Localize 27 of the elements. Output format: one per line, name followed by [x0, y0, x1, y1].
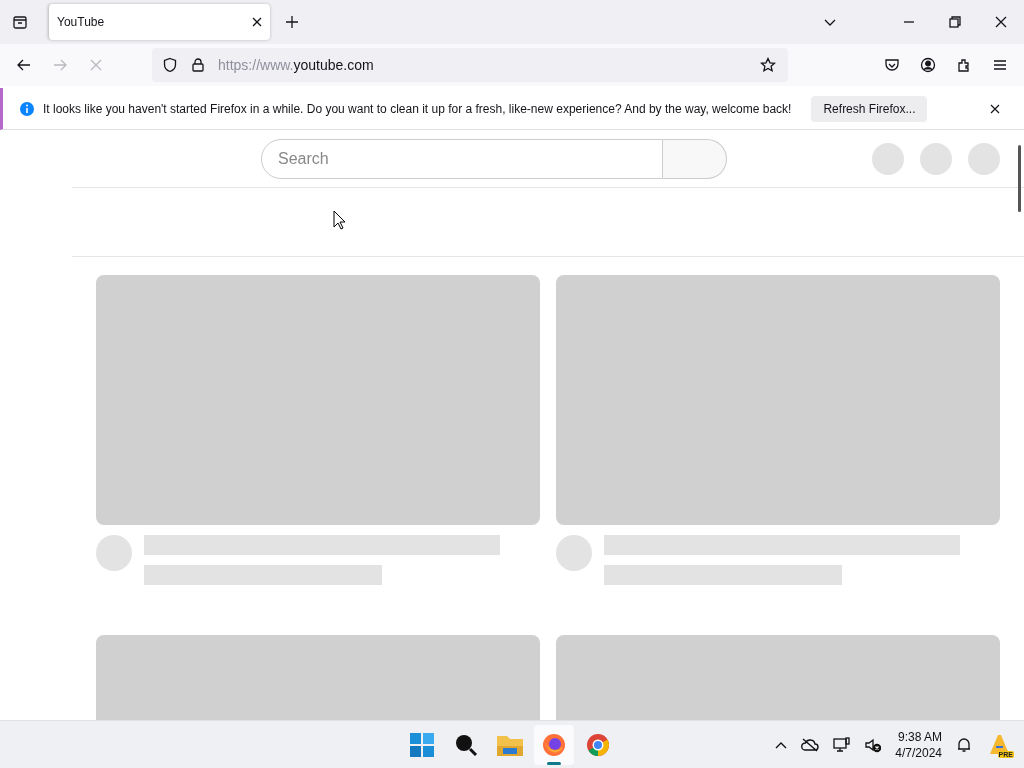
scrollbar-thumb[interactable] [1018, 145, 1021, 212]
search-icon [454, 732, 478, 757]
close-icon[interactable] [252, 17, 262, 27]
address-bar[interactable]: https://www.youtube.com [152, 48, 788, 82]
bell-icon[interactable] [956, 736, 972, 753]
icon-placeholder [920, 142, 952, 175]
icon-placeholder [872, 142, 904, 175]
speaker-muted-icon[interactable] [865, 736, 882, 753]
folder-icon [497, 733, 523, 756]
mouse-cursor-icon [333, 210, 346, 230]
cloud-off-icon[interactable] [801, 737, 820, 752]
refresh-firefox-button[interactable]: Refresh Firefox... [811, 95, 928, 122]
network-icon[interactable] [833, 736, 852, 753]
chevron-up-icon[interactable] [775, 740, 788, 749]
windows-icon [410, 732, 434, 757]
search-field[interactable]: Search [261, 138, 663, 179]
avatar-placeholder [968, 142, 1000, 175]
clock[interactable]: 9:38 AM 4/7/2024 [895, 728, 942, 761]
firefox-icon [542, 732, 566, 757]
info-icon [19, 100, 35, 117]
avatar-placeholder [96, 535, 132, 571]
close-icon[interactable] [990, 103, 1000, 114]
browser-tab[interactable]: YouTube [48, 4, 270, 40]
url-text: https://www.youtube.com [218, 57, 375, 73]
notification-message: It looks like you haven't started Firefox in a while. Do you want to clean it up for a fresh, like-new experience? And by the way, welcome back! [43, 101, 792, 116]
avatar-placeholder [556, 535, 592, 571]
chrome-icon [586, 732, 610, 757]
